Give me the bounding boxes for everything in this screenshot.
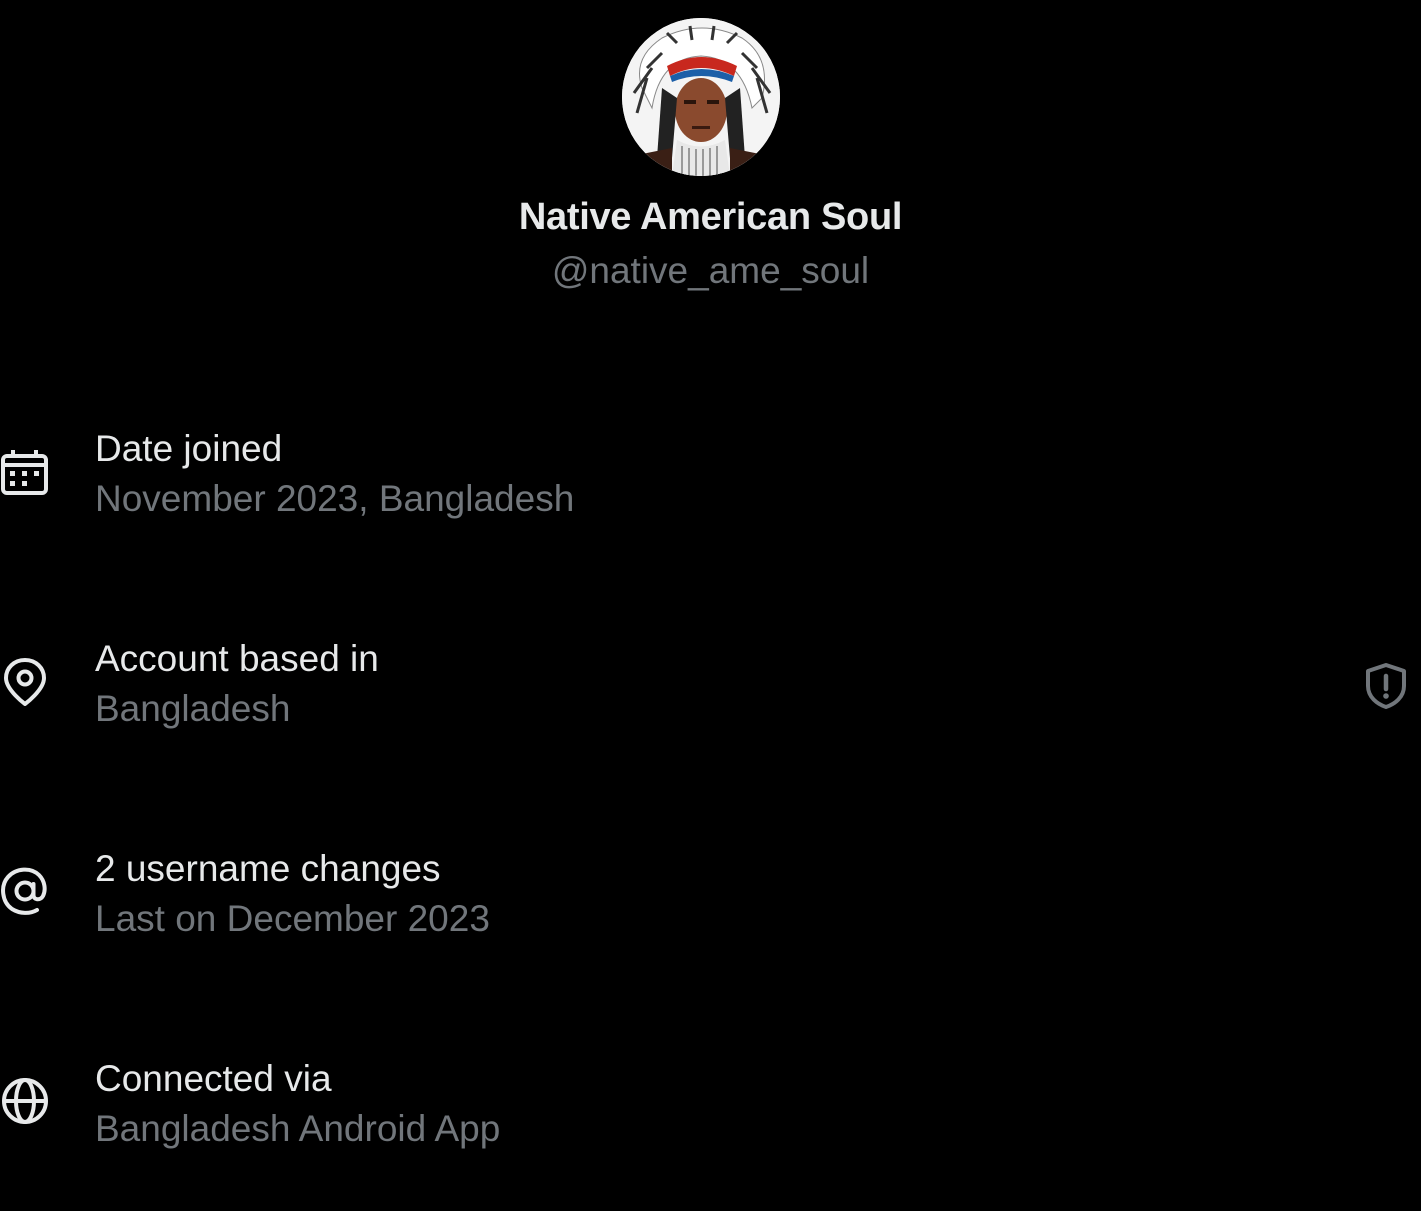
row-value: Bangladesh bbox=[95, 688, 291, 729]
date-joined-row: Date joined November 2023, Bangladesh bbox=[0, 428, 1421, 538]
connected-via-row: Connected via Bangladesh Android App bbox=[0, 1058, 1421, 1168]
username-handle: @native_ame_soul bbox=[551, 250, 870, 291]
row-value: Last on December 2023 bbox=[95, 898, 490, 939]
row-title: Date joined bbox=[95, 428, 283, 469]
account-info-page: Native American Soul @native_ame_soul Da… bbox=[0, 0, 1421, 1211]
avatar-portrait bbox=[622, 18, 780, 176]
row-value: November 2023, Bangladesh bbox=[95, 478, 575, 519]
calendar-icon bbox=[1, 450, 48, 495]
shield-alert-icon[interactable] bbox=[1364, 662, 1408, 710]
display-name: Native American Soul bbox=[518, 196, 903, 238]
face bbox=[675, 78, 727, 142]
username-changes-row: 2 username changes Last on December 2023 bbox=[0, 848, 1421, 958]
globe-icon bbox=[2, 1078, 48, 1124]
row-title: 2 username changes bbox=[95, 848, 441, 889]
location-pin-icon bbox=[4, 658, 46, 706]
row-title: Account based in bbox=[95, 638, 379, 679]
row-value: Bangladesh Android App bbox=[95, 1108, 501, 1149]
account-based-in-row: Account based in Bangladesh bbox=[0, 638, 1421, 748]
at-sign-icon bbox=[1, 867, 47, 915]
row-title: Connected via bbox=[95, 1058, 332, 1099]
avatar[interactable] bbox=[622, 18, 780, 176]
